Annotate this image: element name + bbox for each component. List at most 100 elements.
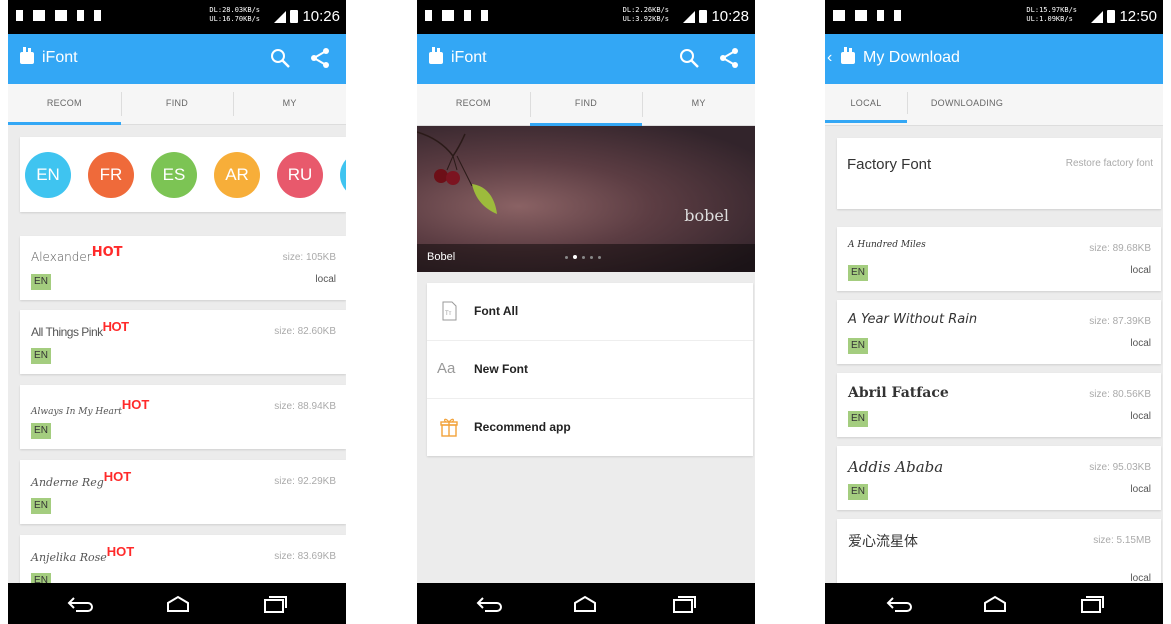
hot-badge: HOT — [102, 319, 129, 334]
font-name: Abril Fatface — [848, 385, 949, 401]
font-size: size: 92.29KB — [274, 476, 336, 487]
font-list-item[interactable]: Always In My HeartHOT size: 88.94KB EN — [20, 385, 346, 449]
tab-my[interactable]: MY — [233, 84, 346, 124]
banner-watermark: bobel — [684, 206, 729, 225]
font-name: A Year Without Rain — [848, 312, 978, 327]
phone-screen-recom: DL:28.03KB/s UL:16.70KB/s 10:26 iFont REC… — [8, 0, 346, 624]
hot-badge: HOT — [91, 245, 123, 260]
home-nav-icon[interactable] — [981, 594, 1009, 614]
menu-item-font-all[interactable]: Tт Font All — [427, 283, 753, 341]
net-speed: DL:28.03KB/s UL:16.70KB/s — [209, 6, 260, 23]
font-status: local — [1130, 265, 1151, 276]
font-list-item[interactable]: AlexanderHOT size: 105KB EN local — [20, 236, 346, 300]
tab-bar: LOCAL DOWNLOADING — [825, 84, 1163, 126]
gift-icon — [440, 418, 458, 437]
search-icon[interactable] — [268, 46, 292, 70]
app-icon — [855, 10, 867, 21]
nav-bar — [825, 583, 1163, 624]
home-nav-icon[interactable] — [571, 594, 599, 614]
font-status: local — [1130, 338, 1151, 349]
bolt-icon — [877, 10, 884, 21]
battery-icon — [699, 10, 708, 23]
downloaded-font-item[interactable]: 爱心流星体 size: 5.15MB local — [837, 519, 1161, 584]
font-name: Anderne Reg — [31, 476, 104, 489]
hot-badge: HOT — [121, 397, 150, 412]
find-menu: Tт Font All Aa New Font Recommend app — [427, 283, 753, 456]
sim-icon — [894, 10, 901, 21]
back-chevron-icon[interactable]: ‹ — [827, 49, 832, 67]
status-bar: DL:15.97KB/s UL:1.09KB/s 12:50 — [825, 0, 1163, 34]
factory-font-name: Factory Font — [847, 156, 932, 173]
hot-badge: HOT — [106, 544, 135, 559]
share-icon[interactable] — [308, 46, 332, 70]
lang-badge: EN — [31, 498, 51, 514]
font-status: local — [315, 274, 336, 285]
tab-bar: RECOM FIND MY — [8, 84, 346, 125]
lang-badge: EN — [848, 265, 868, 281]
factory-font-item[interactable]: Factory Font Restore factory font — [837, 138, 1161, 209]
tab-find[interactable]: FIND — [120, 84, 234, 124]
battery-icon — [1107, 10, 1116, 23]
font-name: Addis Ababa — [848, 458, 944, 476]
tab-recom[interactable]: RECOM — [417, 84, 530, 125]
lang-badge: EN — [31, 274, 51, 290]
status-bar: DL:28.03KB/s UL:16.70KB/s 10:26 — [8, 0, 346, 34]
recents-nav-icon[interactable] — [670, 594, 698, 614]
font-size: size: 87.39KB — [1089, 316, 1151, 327]
image-icon — [833, 10, 845, 21]
sim-icon — [481, 10, 488, 21]
signal-icon — [274, 10, 287, 23]
clock: 10:28 — [711, 8, 749, 25]
downloaded-font-item[interactable]: Addis Ababa size: 95.03KB EN local — [837, 446, 1161, 510]
banner-caption: Bobel — [427, 251, 456, 263]
home-nav-icon[interactable] — [164, 594, 192, 614]
lang-fr-button[interactable]: FR — [88, 152, 134, 198]
font-size: size: 80.56KB — [1089, 389, 1151, 400]
recents-nav-icon[interactable] — [1078, 594, 1106, 614]
phone-screen-find: DL:2.26KB/s UL:3.92KB/s 10:28 iFont RECOM… — [417, 0, 755, 624]
font-name: Alexander — [31, 250, 92, 264]
tab-my[interactable]: MY — [642, 84, 755, 125]
tab-downloading[interactable]: DOWNLOADING — [907, 84, 1027, 122]
app-title: My Download — [863, 49, 960, 66]
back-nav-icon[interactable] — [66, 594, 94, 614]
menu-item-new-font[interactable]: Aa New Font — [427, 341, 753, 399]
app-icon — [55, 10, 67, 21]
app-logo-icon — [429, 47, 443, 64]
carousel-indicator — [565, 255, 601, 259]
lang-en-button[interactable]: EN — [25, 152, 71, 198]
tab-local[interactable]: LOCAL — [825, 84, 907, 123]
app-title: iFont — [42, 49, 78, 66]
font-list-item[interactable]: All Things PinkHOT size: 82.60KB EN — [20, 310, 346, 374]
downloaded-font-item[interactable]: A Hundred Miles size: 89.68KB EN local — [837, 227, 1161, 291]
font-size: size: 95.03KB — [1089, 462, 1151, 473]
app-bar: ‹ My Download — [825, 34, 1163, 84]
lang-more-button[interactable] — [340, 152, 346, 198]
nav-bar — [417, 583, 755, 624]
font-name: Anjelika Rose — [31, 551, 107, 564]
font-size: size: 83.69KB — [274, 551, 336, 562]
featured-banner[interactable]: bobel Bobel — [417, 126, 755, 272]
downloaded-font-item[interactable]: Abril Fatface size: 80.56KB EN local — [837, 373, 1161, 437]
share-icon[interactable] — [717, 46, 741, 70]
lang-es-button[interactable]: ES — [151, 152, 197, 198]
tab-recom[interactable]: RECOM — [8, 84, 121, 125]
lang-badge: EN — [848, 338, 868, 354]
search-icon[interactable] — [677, 46, 701, 70]
app-bar: iFont — [8, 34, 346, 84]
downloaded-font-item[interactable]: A Year Without Rain size: 87.39KB EN loc… — [837, 300, 1161, 364]
tab-find[interactable]: FIND — [529, 84, 643, 126]
font-size: size: 89.68KB — [1089, 243, 1151, 254]
app-logo-icon — [20, 47, 34, 64]
back-nav-icon[interactable] — [475, 594, 503, 614]
signal-icon — [1091, 10, 1104, 23]
clock: 12:50 — [1119, 8, 1157, 25]
font-list-item[interactable]: Anderne RegHOT size: 92.29KB EN — [20, 460, 346, 524]
restore-factory-button[interactable]: Restore factory font — [1066, 158, 1153, 169]
lang-ru-button[interactable]: RU — [277, 152, 323, 198]
recents-nav-icon[interactable] — [261, 594, 289, 614]
back-nav-icon[interactable] — [885, 594, 913, 614]
sim-icon — [94, 10, 101, 21]
menu-item-recommend-app[interactable]: Recommend app — [427, 399, 753, 456]
lang-ar-button[interactable]: AR — [214, 152, 260, 198]
